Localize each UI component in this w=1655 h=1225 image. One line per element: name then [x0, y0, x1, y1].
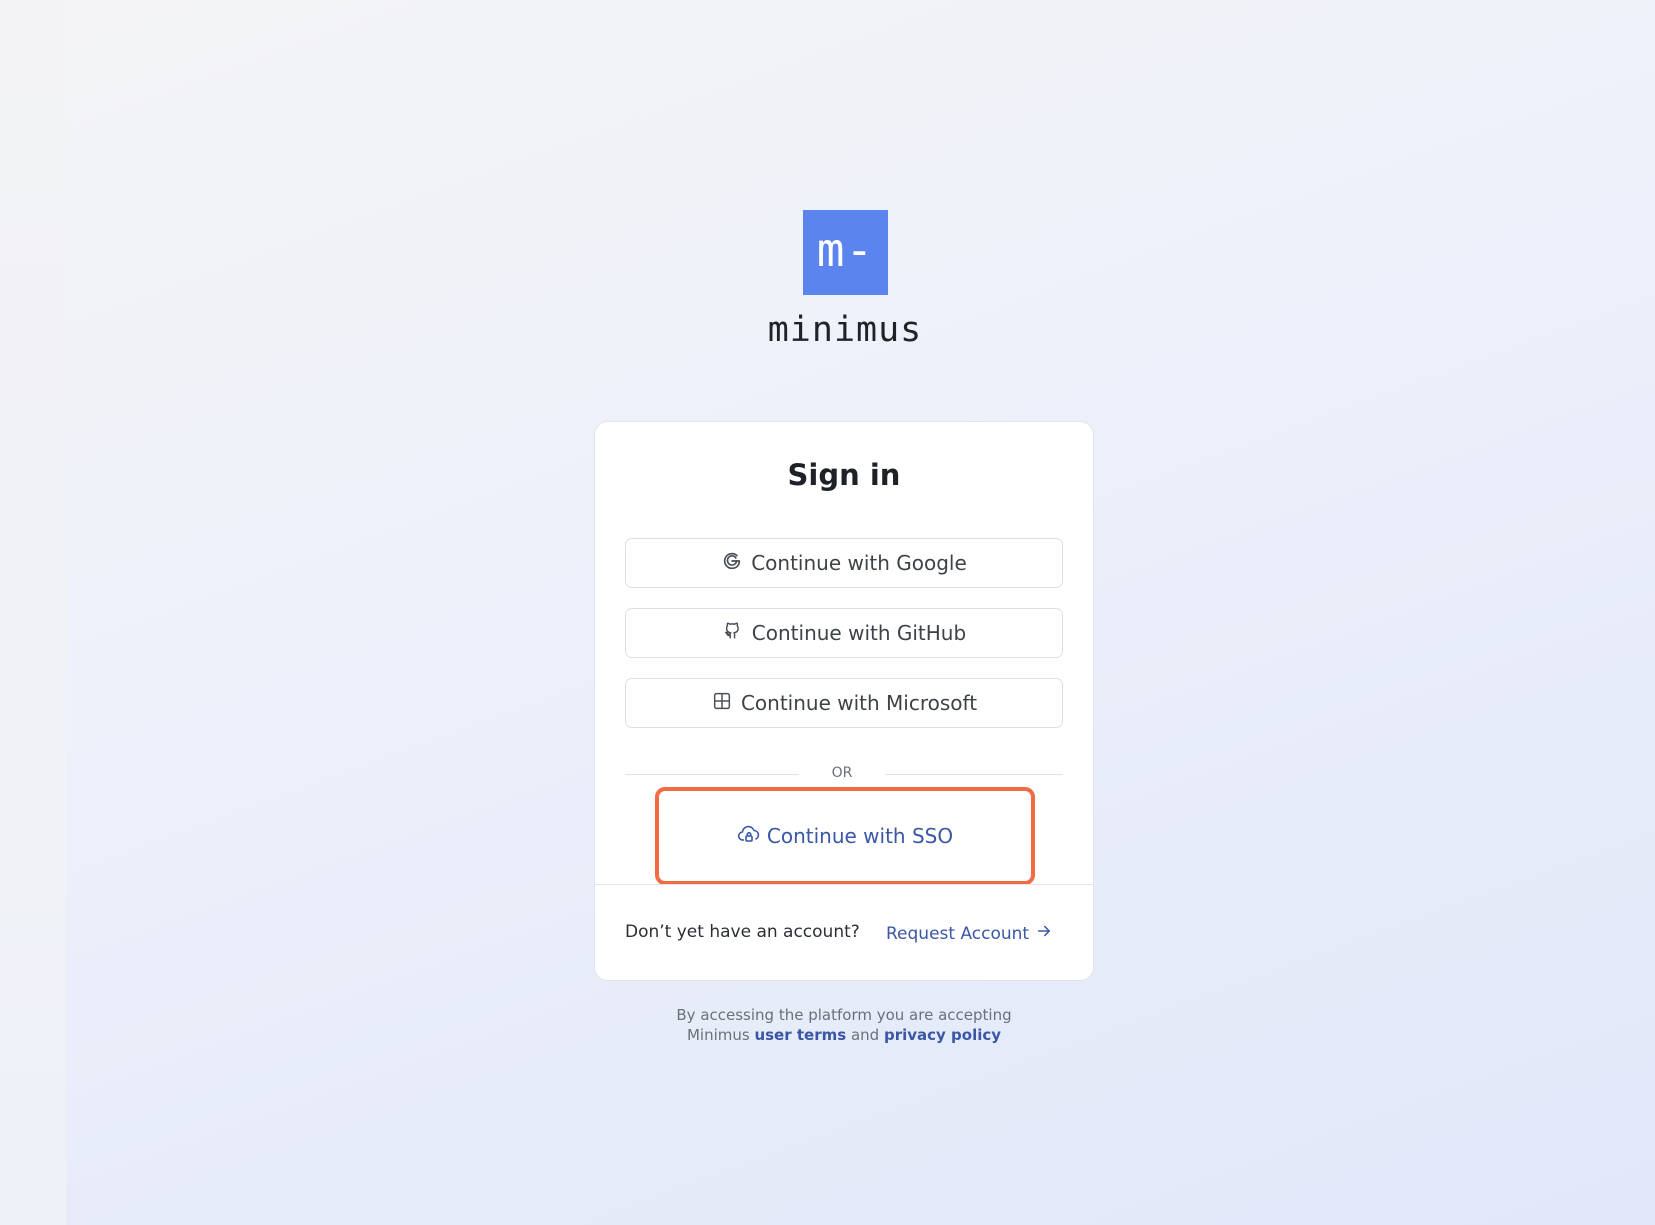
- microsoft-button-label: Continue with Microsoft: [740, 691, 978, 715]
- arrow-right-icon: [1035, 922, 1053, 945]
- privacy-policy-link[interactable]: privacy policy: [884, 1026, 1001, 1044]
- or-divider-text: OR: [831, 765, 853, 781]
- request-account-label: Request Account: [886, 923, 1030, 944]
- continue-with-google-button[interactable]: Continue with Google: [625, 538, 1063, 588]
- logo-mark-text: m-: [816, 222, 875, 277]
- divider-left: [625, 774, 799, 775]
- google-icon: [721, 550, 743, 577]
- continue-with-sso-button[interactable]: Continue with SSO: [655, 787, 1035, 885]
- sso-button-label: Continue with SSO: [766, 824, 954, 848]
- signin-title: Sign in: [787, 458, 901, 492]
- request-account-link[interactable]: Request Account: [886, 922, 1053, 945]
- github-button-label: Continue with GitHub: [751, 621, 967, 645]
- card-footer-divider: [595, 884, 1093, 885]
- left-edge-panel: [0, 0, 66, 1225]
- brand-wordmark: minimus: [767, 310, 923, 350]
- legal-notice: By accessing the platform you are accept…: [594, 1005, 1094, 1045]
- divider-right: [885, 774, 1063, 775]
- cloud-lock-icon: [737, 822, 761, 851]
- google-button-label: Continue with Google: [751, 551, 967, 575]
- brand-logo-mark: m-: [803, 210, 888, 295]
- no-account-prompt: Don’t yet have an account?: [625, 922, 860, 942]
- legal-prefix: Minimus: [686, 1026, 750, 1044]
- user-terms-link[interactable]: user terms: [754, 1026, 846, 1044]
- legal-line-1: By accessing the platform you are accept…: [676, 1006, 1012, 1024]
- continue-with-microsoft-button[interactable]: Continue with Microsoft: [625, 678, 1063, 728]
- github-icon: [722, 620, 744, 647]
- legal-and: and: [850, 1026, 880, 1044]
- legal-line-2: Minimus user terms and privacy policy: [594, 1025, 1094, 1045]
- microsoft-icon: [711, 690, 733, 717]
- signin-card: Sign in Continue with Google Continue wi…: [594, 421, 1094, 981]
- continue-with-github-button[interactable]: Continue with GitHub: [625, 608, 1063, 658]
